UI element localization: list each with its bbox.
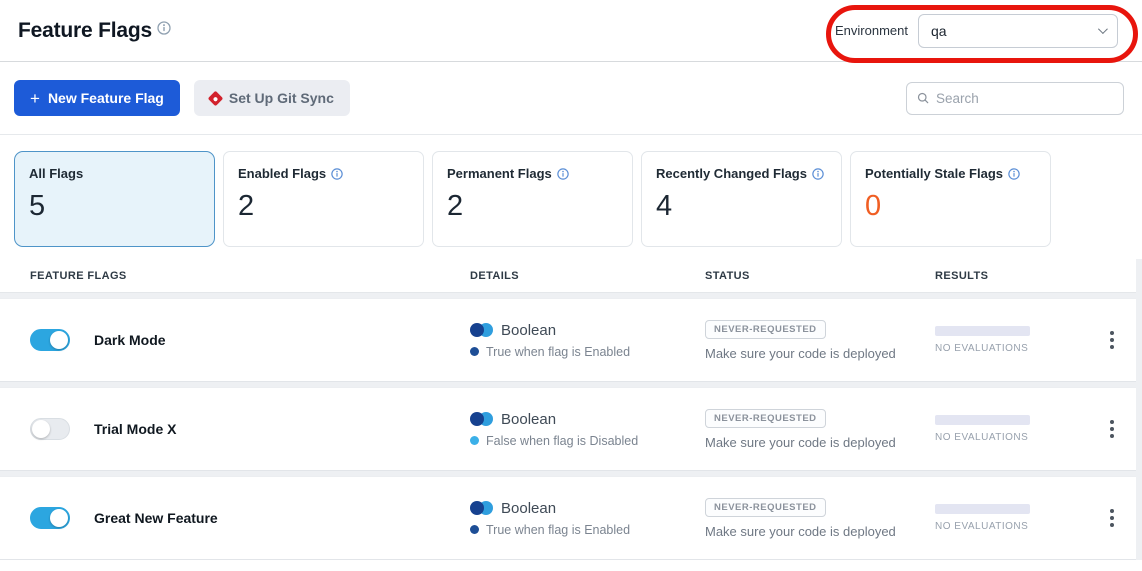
flag-rule: True when flag is Enabled [470,345,705,359]
boolean-type-icon [470,412,493,426]
results-cell: NO EVALUATIONS [935,504,1097,532]
card-all-flags[interactable]: All Flags 5 [14,151,215,247]
column-header-feature-flags: FEATURE FLAGS [30,270,470,282]
results-text: NO EVALUATIONS [935,343,1097,354]
status-badge: NEVER-REQUESTED [705,409,826,428]
results-text: NO EVALUATIONS [935,521,1097,532]
info-icon[interactable] [557,168,569,180]
rule-dot-icon [470,525,479,534]
flag-type: Boolean [470,322,705,339]
actions-cell [1097,503,1126,533]
card-value: 2 [238,190,409,223]
git-icon [208,90,224,106]
card-label: Permanent Flags [447,166,618,181]
git-sync-button[interactable]: Set Up Git Sync [194,80,350,116]
actions-cell [1097,325,1126,355]
card-value: 5 [29,190,200,223]
card-label: All Flags [29,166,200,181]
table-row: Dark Mode Boolean True when flag is Enab… [0,298,1136,382]
details-cell: Boolean True when flag is Enabled [470,500,705,537]
flag-cell: Trial Mode X [30,418,470,440]
flag-cell: Great New Feature [30,507,470,529]
flag-type: Boolean [470,500,705,517]
environment-picker: Environment qa [835,14,1118,48]
info-icon[interactable] [331,168,343,180]
plus-icon: + [30,90,40,107]
status-text: Make sure your code is deployed [705,346,896,361]
info-icon[interactable] [157,21,171,35]
flags-table: FEATURE FLAGS DETAILS STATUS RESULTS Dar… [0,259,1142,560]
table-row: Great New Feature Boolean True when flag… [0,476,1136,560]
kebab-menu-icon[interactable] [1104,503,1120,533]
column-header-results: RESULTS [935,270,1097,282]
info-icon[interactable] [812,168,824,180]
flag-name[interactable]: Great New Feature [94,510,218,526]
new-feature-flag-label: New Feature Flag [48,90,164,106]
card-potentially-stale-flags[interactable]: Potentially Stale Flags 0 [850,151,1051,247]
flag-cell: Dark Mode [30,329,470,351]
kebab-menu-icon[interactable] [1104,325,1120,355]
card-value: 4 [656,190,827,223]
title-wrap: Feature Flags [18,19,171,43]
card-label: Enabled Flags [238,166,409,181]
info-icon[interactable] [1008,168,1020,180]
status-cell: NEVER-REQUESTED Make sure your code is d… [705,498,935,539]
status-badge: NEVER-REQUESTED [705,498,826,517]
search-icon [917,91,929,105]
flag-toggle[interactable] [30,418,70,440]
actions-cell [1097,414,1126,444]
flag-type: Boolean [470,411,705,428]
flag-name[interactable]: Trial Mode X [94,421,176,437]
flag-toggle[interactable] [30,329,70,351]
card-label: Potentially Stale Flags [865,166,1036,181]
flag-name[interactable]: Dark Mode [94,332,166,348]
card-permanent-flags[interactable]: Permanent Flags 2 [432,151,633,247]
card-recently-changed-flags[interactable]: Recently Changed Flags 4 [641,151,842,247]
status-cell: NEVER-REQUESTED Make sure your code is d… [705,320,935,361]
details-cell: Boolean True when flag is Enabled [470,322,705,359]
column-header-status: STATUS [705,270,935,282]
rule-dot-icon [470,347,479,356]
new-feature-flag-button[interactable]: + New Feature Flag [14,80,180,116]
status-cell: NEVER-REQUESTED Make sure your code is d… [705,409,935,450]
flag-toggle[interactable] [30,507,70,529]
flag-rule: False when flag is Disabled [470,434,705,448]
flag-rule: True when flag is Enabled [470,523,705,537]
environment-label: Environment [835,23,908,38]
status-badge: NEVER-REQUESTED [705,320,826,339]
column-header-details: DETAILS [470,270,705,282]
boolean-type-icon [470,323,493,337]
results-bar [935,504,1030,514]
boolean-type-icon [470,501,493,515]
status-text: Make sure your code is deployed [705,524,896,539]
stats-cards: All Flags 5 Enabled Flags 2 Permanent Fl… [0,135,1142,259]
table-header: FEATURE FLAGS DETAILS STATUS RESULTS [0,259,1136,293]
table-row: Trial Mode X Boolean False when flag is … [0,387,1136,471]
search-box [906,82,1124,115]
results-bar [935,415,1030,425]
page-title: Feature Flags [18,19,152,43]
git-sync-label: Set Up Git Sync [229,90,334,106]
results-cell: NO EVALUATIONS [935,326,1097,354]
status-text: Make sure your code is deployed [705,435,896,450]
card-value: 0 [865,190,1036,223]
kebab-menu-icon[interactable] [1104,414,1120,444]
chevron-down-icon [1098,24,1108,34]
toolbar: + New Feature Flag Set Up Git Sync [0,62,1142,135]
search-input[interactable] [936,91,1113,106]
results-text: NO EVALUATIONS [935,432,1097,443]
details-cell: Boolean False when flag is Disabled [470,411,705,448]
feature-flags-page: Feature Flags Environment qa + New Featu… [0,0,1142,571]
card-label: Recently Changed Flags [656,166,827,181]
environment-select[interactable]: qa [918,14,1118,48]
card-value: 2 [447,190,618,223]
card-enabled-flags[interactable]: Enabled Flags 2 [223,151,424,247]
results-cell: NO EVALUATIONS [935,415,1097,443]
results-bar [935,326,1030,336]
environment-value: qa [931,23,947,39]
rule-dot-icon [470,436,479,445]
top-bar: Feature Flags Environment qa [0,0,1142,62]
